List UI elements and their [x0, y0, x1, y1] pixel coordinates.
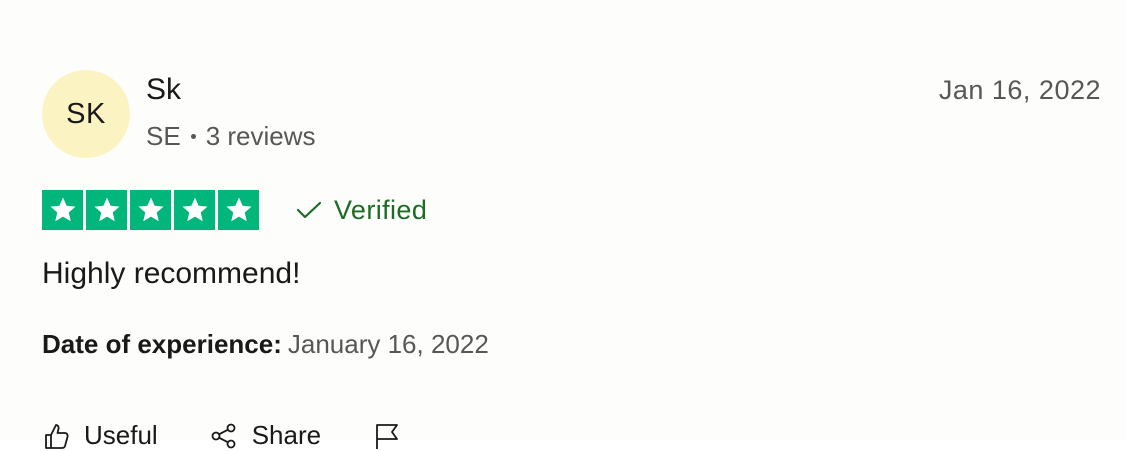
share-icon — [210, 422, 238, 450]
date-of-experience: Date of experience: January 16, 2022 — [42, 326, 489, 362]
useful-button[interactable]: Useful — [42, 420, 158, 451]
share-label: Share — [251, 420, 322, 450]
consumer-name[interactable]: Sk — [146, 71, 181, 109]
review-title[interactable]: Highly recommend! — [42, 254, 300, 294]
star-icon — [130, 190, 171, 230]
star-icon — [86, 190, 127, 230]
flag-icon — [373, 422, 401, 450]
review-card: SK Sk SE 3 reviews Jan 16, 2022 Verified… — [0, 0, 1126, 450]
verified-label: Verified — [334, 195, 428, 225]
review-actions: Useful Share — [42, 420, 415, 451]
avatar[interactable]: SK — [42, 70, 130, 158]
star-rating — [42, 190, 259, 230]
consumer-country: SE — [146, 121, 181, 151]
avatar-initials: SK — [66, 97, 106, 130]
check-icon — [296, 200, 322, 220]
share-button[interactable]: Share — [210, 420, 321, 451]
experience-date: January 16, 2022 — [287, 329, 489, 359]
star-icon — [42, 190, 83, 230]
star-icon — [218, 190, 259, 230]
consumer-meta: SE 3 reviews — [146, 118, 316, 154]
review-date: Jan 16, 2022 — [938, 75, 1101, 105]
verified-badge[interactable]: Verified — [296, 192, 427, 228]
thumbs-up-icon — [42, 422, 70, 450]
useful-label: Useful — [84, 420, 158, 450]
experience-label: Date of experience: — [42, 329, 282, 359]
consumer-reviews-count: 3 reviews — [205, 121, 316, 151]
separator-dot — [190, 133, 196, 139]
report-button[interactable] — [373, 422, 415, 450]
star-icon — [174, 190, 215, 230]
